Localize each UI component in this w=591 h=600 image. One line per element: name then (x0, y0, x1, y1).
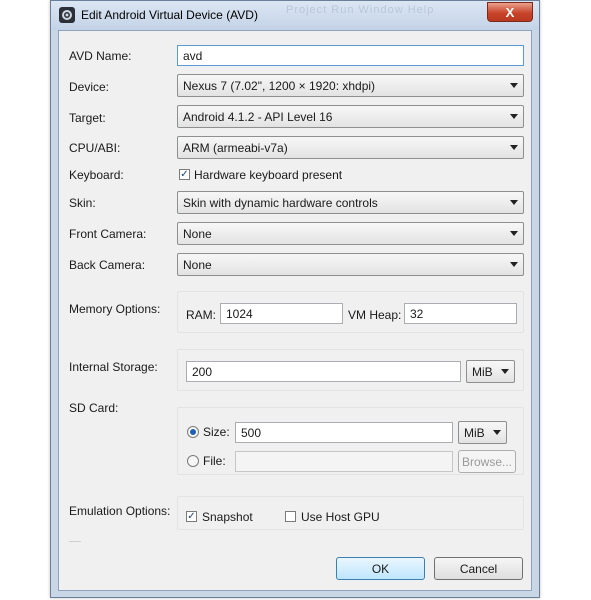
front-camera-select-value: None (183, 227, 212, 241)
ram-input[interactable]: 1024 (220, 303, 343, 324)
dialog-body: AVD Name: avd Device: Nexus 7 (7.02", 12… (58, 30, 532, 591)
internal-storage-unit-select[interactable]: MiB (466, 360, 515, 383)
skin-select-value: Skin with dynamic hardware controls (183, 196, 378, 210)
sd-file-radio[interactable] (187, 455, 199, 467)
internal-storage-label: Internal Storage: (69, 360, 158, 374)
sd-size-input[interactable]: 500 (235, 422, 453, 443)
snapshot-label: Snapshot (202, 510, 253, 524)
avd-dialog-window: Edit Android Virtual Device (AVD) Projec… (50, 0, 540, 598)
memory-options-group: RAM: 1024 VM Heap: 32 (177, 291, 524, 333)
skin-select[interactable]: Skin with dynamic hardware controls (177, 191, 524, 214)
cpu-abi-select[interactable]: ARM (armeabi-v7a) (177, 136, 524, 159)
internal-storage-group: 200 MiB (177, 349, 524, 391)
background-menu-text: Project Run Window Help (286, 4, 435, 16)
avd-name-input[interactable]: avd (177, 45, 524, 66)
window-title: Edit Android Virtual Device (AVD) (81, 8, 258, 22)
ok-button[interactable]: OK (336, 557, 425, 580)
emulation-options-group: ✓ Snapshot Use Host GPU (177, 496, 524, 530)
target-label: Target: (69, 111, 106, 125)
sd-size-unit-select[interactable]: MiB (458, 421, 507, 444)
emulation-options-label: Emulation Options: (69, 504, 171, 518)
back-camera-select-value: None (183, 258, 212, 272)
sd-card-label: SD Card: (69, 401, 119, 415)
hardware-keyboard-label: Hardware keyboard present (194, 168, 343, 182)
sd-file-label: File: (203, 454, 226, 468)
device-select-value: Nexus 7 (7.02", 1200 × 1920: xhdpi) (183, 79, 376, 93)
browse-button[interactable]: Browse... (458, 450, 516, 473)
skin-label: Skin: (69, 196, 96, 210)
vm-heap-label: VM Heap: (348, 308, 402, 322)
avd-name-label: AVD Name: (69, 49, 132, 63)
sd-size-radio[interactable] (187, 426, 199, 438)
device-label: Device: (69, 80, 110, 94)
ram-label: RAM: (186, 308, 216, 322)
dropdown-arrow-icon (510, 114, 518, 119)
close-button[interactable]: X (487, 2, 533, 22)
dropdown-arrow-icon (510, 83, 518, 88)
snapshot-checkbox[interactable]: ✓ (186, 511, 197, 522)
sd-size-unit-value: MiB (464, 426, 485, 440)
sd-size-label: Size: (203, 425, 230, 439)
dropdown-arrow-icon (510, 262, 518, 267)
dropdown-arrow-icon (493, 430, 501, 435)
dropdown-arrow-icon (510, 200, 518, 205)
dropdown-arrow-icon (510, 231, 518, 236)
cpu-abi-select-value: ARM (armeabi-v7a) (183, 141, 288, 155)
use-host-gpu-label: Use Host GPU (301, 510, 380, 524)
android-settings-icon (59, 7, 75, 23)
vm-heap-input[interactable]: 32 (404, 303, 517, 324)
use-host-gpu-checkbox[interactable] (285, 511, 296, 522)
sd-file-input[interactable] (235, 451, 453, 472)
sd-card-group: Size: 500 MiB File: Browse... (177, 407, 524, 475)
hardware-keyboard-checkbox[interactable]: ✓ (179, 169, 190, 180)
memory-options-label: Memory Options: (69, 302, 161, 316)
back-camera-select[interactable]: None (177, 253, 524, 276)
internal-storage-input[interactable]: 200 (186, 361, 461, 382)
keyboard-label: Keyboard: (69, 168, 124, 182)
title-bar[interactable]: Edit Android Virtual Device (AVD) Projec… (51, 1, 539, 30)
front-camera-label: Front Camera: (69, 227, 147, 241)
cancel-button[interactable]: Cancel (434, 557, 523, 580)
front-camera-select[interactable]: None (177, 222, 524, 245)
device-select[interactable]: Nexus 7 (7.02", 1200 × 1920: xhdpi) (177, 74, 524, 97)
internal-storage-unit-value: MiB (472, 365, 493, 379)
target-select[interactable]: Android 4.1.2 - API Level 16 (177, 105, 524, 128)
cpu-abi-label: CPU/ABI: (69, 141, 121, 155)
dropdown-arrow-icon (510, 145, 518, 150)
target-select-value: Android 4.1.2 - API Level 16 (183, 110, 333, 124)
separator-line (69, 541, 81, 542)
back-camera-label: Back Camera: (69, 258, 146, 272)
dropdown-arrow-icon (501, 369, 509, 374)
